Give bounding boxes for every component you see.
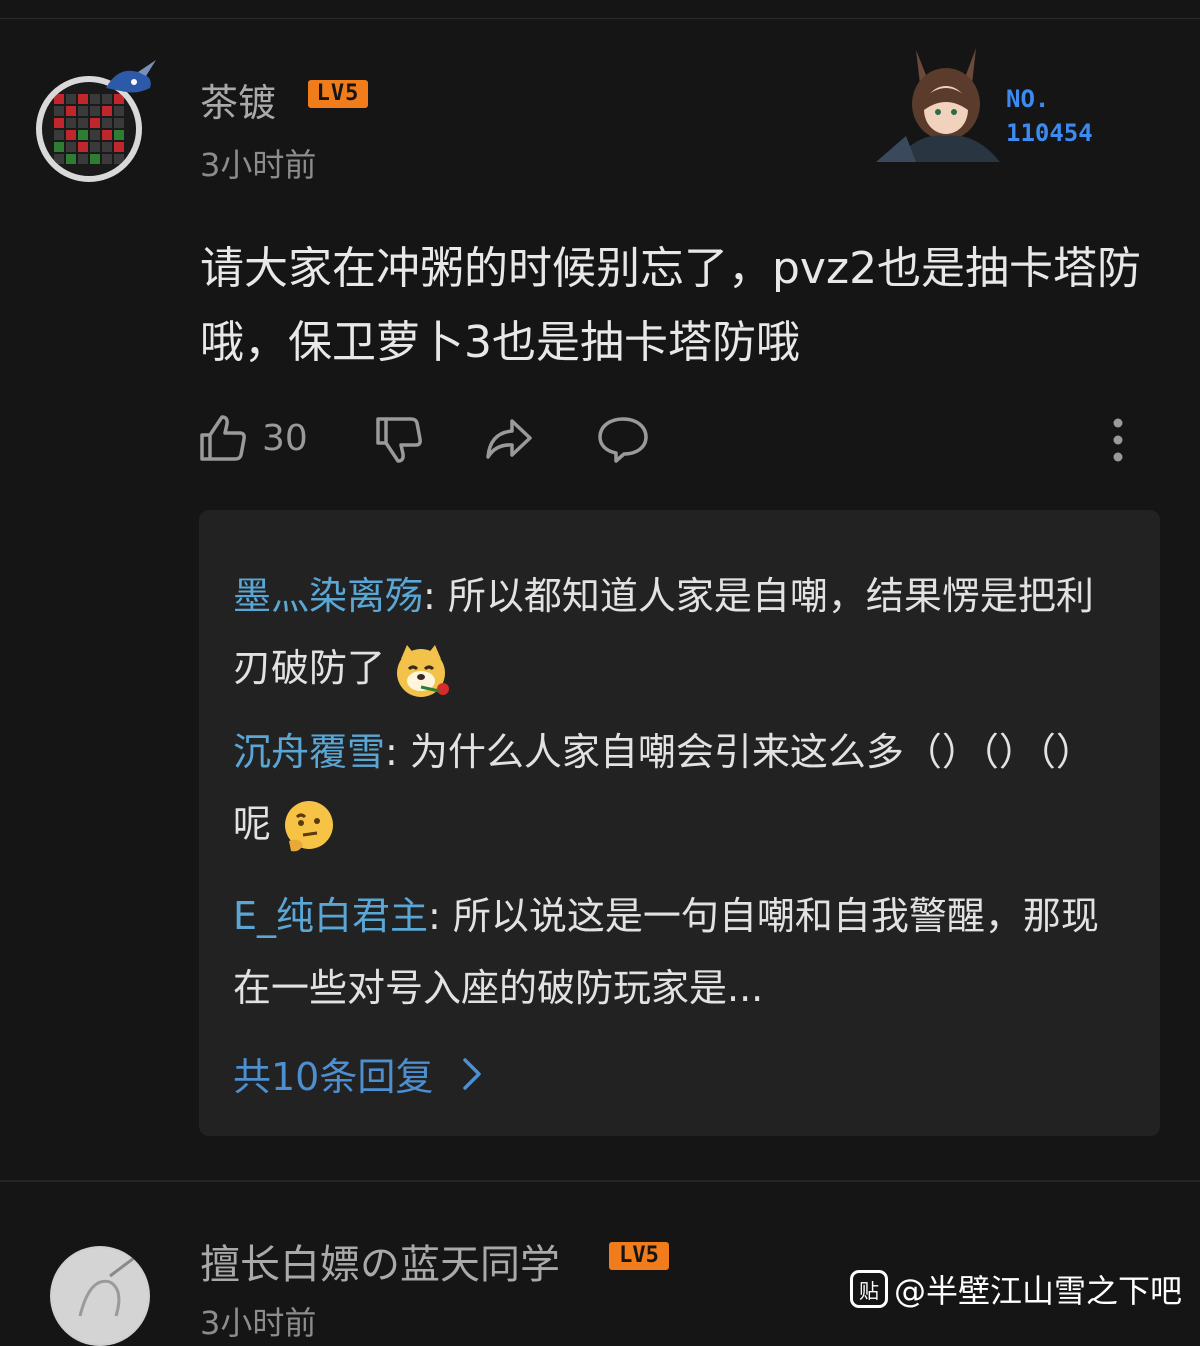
more-options-button[interactable] <box>1108 408 1128 468</box>
comment-icon <box>598 417 648 463</box>
thumb-up-icon <box>200 415 246 461</box>
dislike-button[interactable] <box>372 408 426 468</box>
reply-item[interactable]: E_纯白君主: 所以说这是一句自嘲和自我警醒，那现在一些对号入座的破防玩家是..… <box>233 880 1113 1024</box>
card-number-value: 110454 <box>1006 119 1093 147</box>
like-count: 30 <box>262 417 308 459</box>
thinking-face-emoji-icon <box>285 800 334 851</box>
reply-item[interactable]: 沉舟覆雪: 为什么人家自嘲会引来这么多（）（）（）呢 <box>233 716 1113 860</box>
chevron-right-icon <box>463 1057 482 1090</box>
more-replies-label: 共10条回复 <box>233 1055 434 1099</box>
thumb-down-icon <box>376 417 422 463</box>
bird-icon <box>106 60 156 93</box>
more-vertical-icon <box>1113 418 1123 462</box>
avatar-sketch-icon <box>52 1248 148 1344</box>
reply-author[interactable]: 沉舟覆雪 <box>233 730 385 774</box>
replies-box: 墨灬染离殇: 所以都知道人家是自嘲，结果愣是把利刃破防了 沉舟覆雪: 为什么人家… <box>199 510 1160 1136</box>
reply-separator: : <box>423 574 448 618</box>
avatar[interactable] <box>18 58 160 200</box>
comment-separator <box>0 1180 1200 1182</box>
level-badge: LV5 <box>609 1242 669 1270</box>
doge-rose-emoji-icon <box>397 644 450 697</box>
reply-separator: : <box>428 894 453 938</box>
watermark-text: @半壁江山雪之下吧 <box>894 1272 1183 1310</box>
username[interactable]: 擅长白嫖の蓝天同学 <box>200 1232 560 1290</box>
reply-button[interactable] <box>596 408 650 468</box>
timestamp: 3小时前 <box>200 1304 317 1342</box>
card-label: NO. <box>1006 85 1050 113</box>
character-card-art <box>876 48 1000 162</box>
watermark: 贴 @半壁江山雪之下吧 <box>850 1266 1182 1312</box>
comment-actions: 30 <box>196 408 1146 468</box>
top-divider <box>0 18 1200 19</box>
tieba-icon: 贴 <box>850 1270 888 1308</box>
like-button[interactable]: 30 <box>196 408 308 468</box>
comment-text: 请大家在冲粥的时候别忘了，pvz2也是抽卡塔防哦，保卫萝卜3也是抽卡塔防哦 <box>200 243 1142 368</box>
reply-author[interactable]: E_纯白君主 <box>233 894 428 938</box>
timestamp: 3小时前 <box>200 146 317 184</box>
reply-item[interactable]: 墨灬染离殇: 所以都知道人家是自嘲，结果愣是把利刃破防了 <box>233 560 1113 704</box>
reply-author[interactable]: 墨灬染离殇 <box>233 574 423 618</box>
share-button[interactable] <box>482 408 536 468</box>
level-badge: LV5 <box>308 80 368 108</box>
avatar[interactable] <box>50 1246 150 1346</box>
card-number: NO. 110454 <box>1006 82 1093 150</box>
reply-separator: : <box>385 730 410 774</box>
share-icon <box>486 419 532 459</box>
view-more-replies-link[interactable]: 共10条回复 <box>233 1046 493 1101</box>
username[interactable]: 茶镀 <box>200 72 276 127</box>
